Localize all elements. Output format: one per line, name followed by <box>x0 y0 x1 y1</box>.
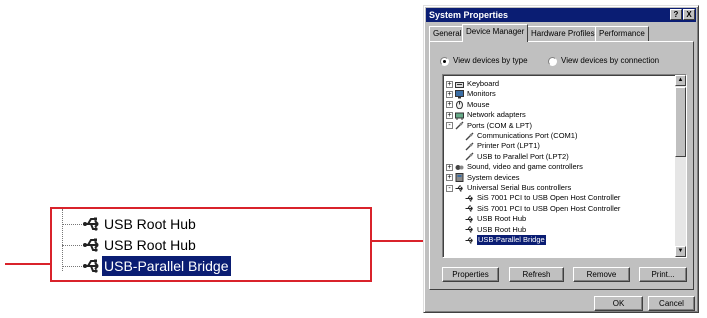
keyboard-icon <box>455 81 464 88</box>
device-category[interactable]: - Universal Serial Bus controllers <box>446 183 571 193</box>
usb-icon <box>83 238 99 252</box>
tab-performance[interactable]: Performance <box>595 26 649 41</box>
monitor-icon <box>455 89 464 99</box>
device-label: Mouse <box>467 99 490 109</box>
expand-icon[interactable]: + <box>446 90 453 98</box>
refresh-button[interactable]: Refresh <box>509 267 564 282</box>
zoom-item-label: USB Root Hub <box>104 216 196 232</box>
device-category[interactable]: - Ports (COM & LPT) <box>446 121 532 131</box>
print-button[interactable]: Print... <box>639 267 687 282</box>
expand-icon[interactable]: + <box>446 163 453 171</box>
device-item[interactable]: Communications Port (COM1) <box>465 131 577 141</box>
port-icon <box>465 142 474 151</box>
network-icon <box>455 112 464 120</box>
port-icon <box>455 121 464 130</box>
device-manager-panel: View devices by type View devices by con… <box>429 41 694 290</box>
zoom-callout: USB Root Hub USB Root Hub USB-Parallel B… <box>50 207 372 282</box>
device-category[interactable]: + Mouse <box>446 100 490 110</box>
title-bar: System Properties ? X <box>426 8 696 22</box>
ok-button[interactable]: OK <box>594 296 643 311</box>
device-label: SiS 7001 PCI to USB Open Host Controller <box>477 203 621 213</box>
tree-connector <box>62 209 63 271</box>
cancel-button[interactable]: Cancel <box>648 296 695 311</box>
collapse-icon[interactable]: - <box>446 184 453 192</box>
device-category[interactable]: + Monitors <box>446 89 496 99</box>
usb-icon <box>465 195 473 202</box>
tree-scrollbar[interactable]: ▲ ▼ <box>675 75 686 257</box>
properties-button[interactable]: Properties <box>442 267 499 282</box>
tab-hardware-profiles[interactable]: Hardware Profiles <box>527 26 599 41</box>
help-button[interactable]: ? <box>670 9 682 20</box>
device-label: SiS 7001 PCI to USB Open Host Controller <box>477 193 621 203</box>
device-category[interactable]: + Network adapters <box>446 110 526 120</box>
radio-dot <box>440 56 449 66</box>
expand-icon[interactable]: + <box>446 101 453 109</box>
device-category[interactable]: + Sound, video and game controllers <box>446 162 583 172</box>
zoom-item-label: USB Root Hub <box>104 237 196 253</box>
usb-icon <box>83 217 99 231</box>
scroll-thumb[interactable] <box>675 87 686 157</box>
system-icon <box>455 173 464 183</box>
usb-icon <box>465 216 473 223</box>
view-by-type-radio[interactable]: View devices by type <box>440 56 528 66</box>
device-label: Keyboard <box>467 79 500 88</box>
device-item[interactable]: SiS 7001 PCI to USB Open Host Controller <box>465 204 620 214</box>
usb-icon <box>465 237 473 243</box>
device-tree[interactable]: + Keyboard + Monitors + Mouse + Network adapter… <box>442 74 687 258</box>
device-category[interactable]: + System devices <box>446 173 520 183</box>
tab-general[interactable]: General <box>429 26 466 41</box>
usb-icon <box>83 259 99 273</box>
view-by-connection-radio[interactable]: View devices by connection <box>548 56 659 66</box>
device-label: Sound, video and game controllers <box>467 162 583 172</box>
device-label: System devices <box>467 172 520 182</box>
system-properties-window: System Properties ? X General Device Man… <box>423 5 699 313</box>
sound-icon <box>455 164 464 170</box>
device-item[interactable]: SiS 7001 PCI to USB Open Host Controller <box>465 193 620 203</box>
device-label: Monitors <box>467 89 496 99</box>
device-label: Ports (COM & LPT) <box>467 120 533 130</box>
scroll-up-button[interactable]: ▲ <box>675 75 686 86</box>
port-icon <box>465 132 474 140</box>
device-label: USB to Parallel Port (LPT2) <box>477 151 569 161</box>
expand-icon[interactable]: + <box>446 111 453 119</box>
usb-icon <box>465 226 473 233</box>
device-category[interactable]: + Keyboard <box>446 79 499 89</box>
device-item[interactable]: Printer Port (LPT1) <box>465 141 540 151</box>
device-label: Printer Port (LPT1) <box>477 141 540 151</box>
device-label: USB-Parallel Bridge <box>477 235 546 245</box>
remove-button[interactable]: Remove <box>573 267 630 282</box>
expand-icon[interactable]: + <box>446 174 453 182</box>
radio-label: View devices by connection <box>561 56 660 65</box>
port-icon <box>465 152 474 161</box>
close-button[interactable]: X <box>683 9 695 20</box>
device-item[interactable]: USB to Parallel Port (LPT2) <box>465 152 569 162</box>
zoom-item-label: USB-Parallel Bridge <box>102 256 231 276</box>
device-tree-item-selected[interactable]: USB-Parallel Bridge <box>465 235 546 245</box>
radio-dot <box>548 56 557 66</box>
radio-label: View devices by type <box>453 56 528 65</box>
expand-icon[interactable]: + <box>446 80 453 88</box>
device-item[interactable]: USB Root Hub <box>465 214 526 224</box>
usb-icon <box>465 205 473 212</box>
tab-device-manager[interactable]: Device Manager <box>462 24 529 42</box>
window-title: System Properties <box>429 10 509 20</box>
collapse-icon[interactable]: - <box>446 122 453 130</box>
usb-icon <box>455 185 463 191</box>
device-label: Network adapters <box>467 110 526 120</box>
device-item[interactable]: USB Root Hub <box>465 225 526 235</box>
device-label: USB Root Hub <box>477 224 527 234</box>
device-label: USB Root Hub <box>477 214 527 224</box>
device-label: Communications Port (COM1) <box>477 131 578 140</box>
device-label: Universal Serial Bus controllers <box>467 183 572 192</box>
scroll-down-button[interactable]: ▼ <box>675 246 686 257</box>
mouse-icon <box>456 100 463 110</box>
